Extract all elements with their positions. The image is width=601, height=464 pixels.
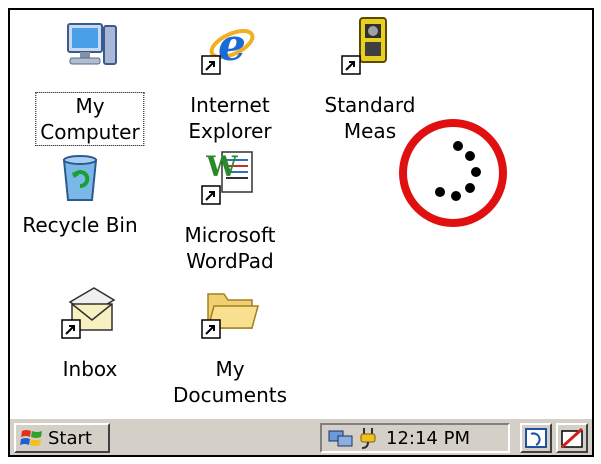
recycle-bin-icon: [62, 155, 98, 201]
highlight-ring: [399, 119, 507, 227]
icon-label: My Documents: [172, 357, 288, 407]
power-plug-icon[interactable]: [358, 426, 380, 450]
icon-label: Recycle Bin: [22, 213, 138, 237]
icon-label: Microsoft WordPad: [184, 223, 276, 273]
folder-icon: [201, 293, 259, 339]
svg-text:W: W: [205, 150, 238, 183]
desktop-icon-inbox[interactable]: Inbox: [20, 280, 160, 390]
total-station-icon: [341, 17, 387, 75]
wordpad-icon: W: [201, 150, 253, 205]
start-label: Start: [48, 427, 92, 449]
desktop-icon-microsoft-wordpad[interactable]: W Microsoft WordPad: [160, 146, 300, 276]
desktop-icon-recycle-bin[interactable]: Recycle Bin: [10, 146, 150, 246]
internet-explorer-icon: e: [201, 20, 255, 75]
icon-label: Internet Explorer: [188, 93, 272, 143]
busy-indicator: [399, 119, 507, 227]
svg-text:e: e: [218, 20, 246, 71]
network-icon[interactable]: [328, 427, 354, 449]
start-button[interactable]: Start: [14, 423, 110, 453]
desktop-icon-my-documents[interactable]: My Documents: [160, 280, 300, 410]
computer-icon: [67, 23, 117, 65]
pen-input-icon: [560, 427, 584, 449]
loading-spinner-icon: [435, 141, 481, 201]
clock[interactable]: 12:14 PM: [386, 428, 470, 449]
windows-logo-icon: [20, 430, 42, 446]
keyboard-toggle-button[interactable]: [556, 423, 588, 453]
desktop-switch-icon: [525, 428, 547, 448]
system-tray: 12:14 PM: [320, 423, 510, 453]
inbox-icon: [61, 287, 116, 339]
desktop-icon-my-computer[interactable]: My Computer: [20, 16, 160, 146]
icon-label: My Computer: [35, 92, 145, 146]
icon-label: Inbox: [62, 357, 118, 381]
taskbar: Start 12:14 PM: [10, 417, 592, 455]
device-screen: My Computer e Internet Explorer Standard…: [8, 8, 594, 457]
desktop: My Computer e Internet Explorer Standard…: [10, 10, 592, 421]
input-panel-button[interactable]: [520, 423, 552, 453]
desktop-icon-internet-explorer[interactable]: e Internet Explorer: [160, 16, 300, 146]
